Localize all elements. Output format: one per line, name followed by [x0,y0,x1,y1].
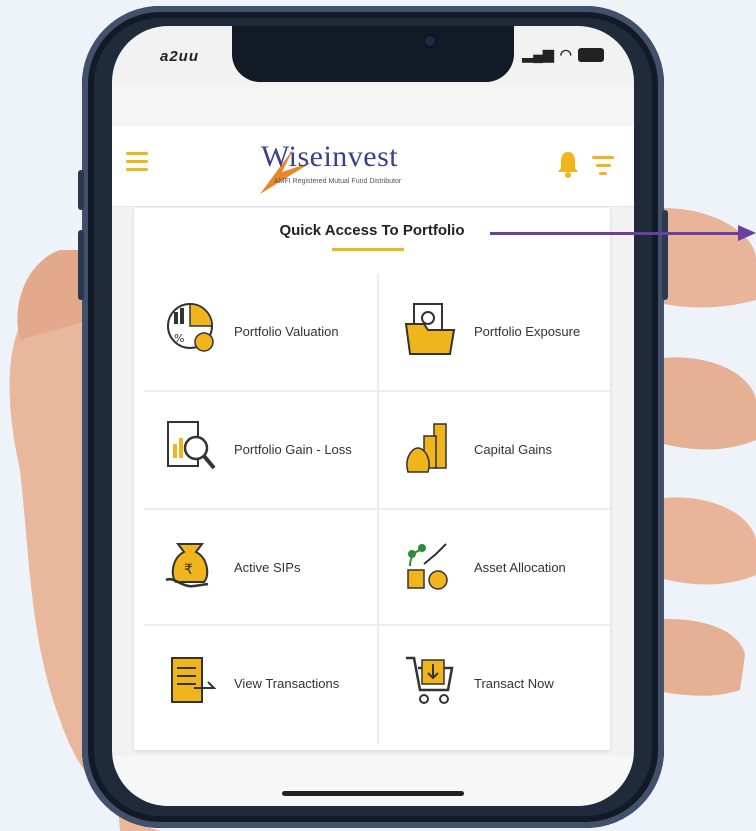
portfolio-exposure-tile[interactable]: Portfolio Exposure [380,274,616,390]
active-sips-icon: ₹ [165,543,209,588]
gain-loss-icon [167,421,216,470]
portfolio-valuation-tile[interactable]: % Portfolio Valuation [140,274,376,390]
tile-label: Active SIPs [234,559,301,575]
wiseinvest-logo: Wiseinvest AMFI Registered Mutual Fund D… [252,138,402,196]
signal-icon: ▂▄▆ [522,46,554,62]
side-button-left [78,170,84,210]
portfolio-valuation-icon: % [167,303,214,352]
asset-allocation-tile[interactable]: Asset Allocation [380,510,616,626]
status-icons: ▂▄▆ ◠ [522,46,604,63]
side-button-right [662,210,668,300]
svg-text:₹: ₹ [184,562,193,578]
title-underline [332,248,404,251]
callout-arrow-head [738,225,756,241]
app-bar: Wiseinvest AMFI Registered Mutual Fund D… [112,126,634,207]
portfolio-exposure-icon [404,303,456,355]
tile-label: Transact Now [474,675,554,691]
asset-allocation-icon [407,543,448,590]
status-time: a2uu [160,48,200,65]
bottom-area [112,756,634,806]
tile-label: Portfolio Gain - Loss [234,441,352,457]
callout-arrow-line [490,232,740,235]
phone-screen: a2uu ▂▄▆ ◠ Wiseinvest AMFI Registered Mu… [112,26,634,806]
transact-now-icon [406,656,454,704]
quick-access-card: Quick Access To Portfolio % Portfolio Va… [134,208,610,750]
tile-label: Portfolio Exposure [474,323,581,339]
battery-icon [578,47,604,62]
camera-icon [425,36,435,46]
tile-label: Capital Gains [474,441,553,457]
notch [232,26,514,82]
capital-gains-icon [406,423,447,473]
home-indicator[interactable] [282,791,464,796]
transact-now-tile[interactable]: Transact Now [380,626,616,742]
secondary-status-bar [112,86,634,126]
bell-icon[interactable] [556,150,580,178]
capital-gains-tile[interactable]: Capital Gains [380,392,616,508]
svg-text:%: % [174,332,184,345]
wifi-icon: ◠ [559,46,572,62]
side-button-left-2 [78,230,84,300]
tile-label: View Transactions [234,675,340,691]
active-sips-tile[interactable]: ₹ Active SIPs [140,510,376,626]
card-title: Quick Access To Portfolio [279,222,465,239]
logo-text: Wiseinvest [261,140,399,173]
tile-label: Portfolio Valuation [234,323,339,339]
view-transactions-tile[interactable]: View Transactions [140,626,376,742]
logo-tagline: AMFI Registered Mutual Fund Distributor [274,178,402,185]
tile-label: Asset Allocation [474,559,566,575]
hamburger-menu-icon[interactable] [126,152,148,172]
portfolio-gain-loss-tile[interactable]: Portfolio Gain - Loss [140,392,376,508]
filter-icon[interactable] [592,156,614,176]
view-transactions-icon [171,657,216,703]
